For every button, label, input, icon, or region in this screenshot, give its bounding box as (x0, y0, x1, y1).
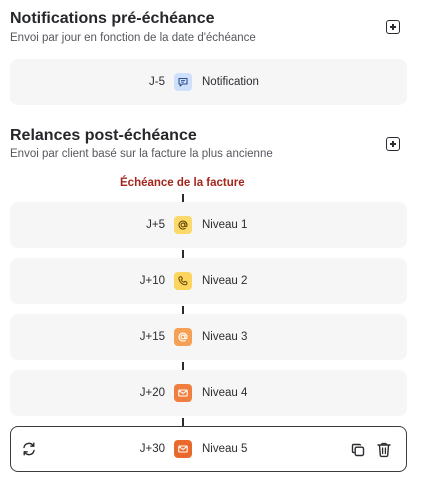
refresh-icon[interactable] (21, 441, 37, 462)
post-due-title: Relances post-échéance (10, 127, 197, 144)
row-label: Niveau 4 (202, 387, 248, 399)
timeline-connector (182, 418, 184, 426)
level-row-1[interactable]: J+5 Niveau 1 (10, 202, 407, 248)
row-label: Niveau 3 (202, 331, 248, 343)
phone-icon (174, 272, 192, 290)
level-row-2[interactable]: J+10 Niveau 2 (10, 258, 407, 304)
pre-due-row[interactable]: J-5 Notification (10, 59, 407, 105)
timeline-connector (182, 250, 184, 258)
pre-due-subtitle: Envoi par jour en fonction de la date d'… (10, 32, 256, 44)
timeline-connector (182, 194, 184, 202)
post-due-subtitle: Envoi par client basé sur la facture la … (10, 148, 273, 160)
mail-icon (174, 384, 192, 402)
row-delay: J+15 (139, 331, 165, 343)
at-icon (174, 216, 192, 234)
row-label: Niveau 2 (202, 275, 248, 287)
pre-due-title: Notifications pré-échéance (10, 10, 215, 27)
row-delay: J-5 (149, 76, 165, 88)
add-pre-due-button[interactable] (386, 20, 400, 34)
level-row-3[interactable]: J+15 Niveau 3 (10, 314, 407, 360)
add-post-due-button[interactable] (386, 137, 400, 151)
at-icon (174, 328, 192, 346)
row-label: Notification (202, 76, 259, 88)
level-row-5[interactable]: J+30 Niveau 5 (10, 426, 407, 472)
trash-icon[interactable] (376, 441, 392, 463)
row-label: Niveau 5 (202, 443, 248, 455)
row-label: Niveau 1 (202, 219, 248, 231)
due-date-marker: Échéance de la facture (120, 177, 245, 189)
row-delay: J+20 (139, 387, 165, 399)
message-icon (174, 73, 192, 91)
row-delay: J+5 (146, 219, 165, 231)
level-row-4[interactable]: J+20 Niveau 4 (10, 370, 407, 416)
row-delay: J+30 (139, 443, 165, 455)
timeline-connector (182, 362, 184, 370)
duplicate-icon[interactable] (350, 442, 366, 463)
timeline-connector (182, 306, 184, 314)
row-delay: J+10 (139, 275, 165, 287)
mail-icon (174, 440, 192, 458)
